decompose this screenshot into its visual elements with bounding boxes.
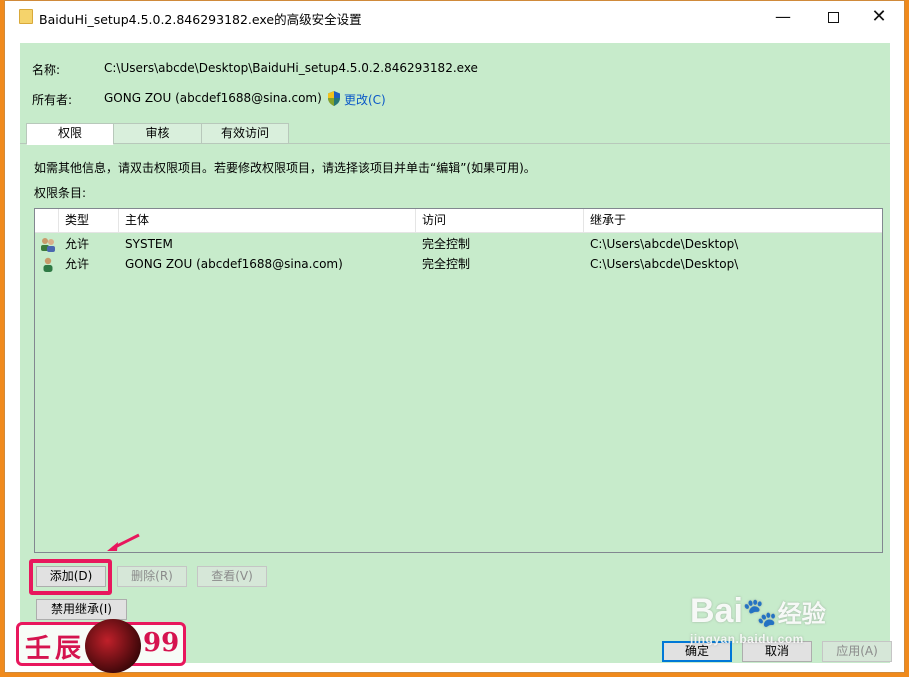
maximize-icon	[827, 12, 839, 23]
watermark-number: 99	[143, 628, 180, 658]
close-button[interactable]: ✕	[856, 3, 902, 31]
col-icon-header	[35, 209, 59, 233]
baidu-url: jingyan.baidu.com	[690, 632, 804, 646]
tab-permissions[interactable]: 权限	[26, 123, 114, 145]
dialog-content: 名称: C:\Users\abcde\Desktop\BaiduHi_setup…	[20, 43, 892, 663]
permission-entries-label: 权限条目:	[34, 186, 87, 200]
col-access-header[interactable]: 访问	[416, 209, 584, 233]
group-users-icon	[41, 238, 55, 252]
change-owner-link[interactable]: 更改(C)	[344, 91, 386, 108]
name-label: 名称:	[32, 63, 61, 77]
view-button[interactable]: 查看(V)	[197, 566, 267, 587]
name-value: C:\Users\abcde\Desktop\BaiduHi_setup4.5.…	[104, 61, 478, 75]
col-principal-header[interactable]: 主体	[119, 209, 416, 233]
col-inherited-header[interactable]: 继承于	[584, 209, 884, 233]
row-type: 允许	[65, 257, 90, 271]
permission-entries-list[interactable]: 类型 主体 访问 继承于 允许 SYSTEM 完全控制 C:\Users\abc…	[34, 208, 883, 553]
row-inherited: C:\Users\abcde\Desktop\	[590, 257, 739, 271]
add-button[interactable]: 添加(D)	[36, 566, 106, 587]
baidu-jingyan-watermark: Bai🐾经验 jingyan.baidu.com	[690, 592, 826, 646]
row-principal: GONG ZOU (abcdef1688@sina.com)	[125, 257, 343, 271]
dragon-emblem-icon	[85, 619, 141, 673]
disable-inheritance-button[interactable]: 禁用继承(I)	[36, 599, 127, 620]
tab-effective-access[interactable]: 有效访问	[201, 123, 289, 144]
row-principal: SYSTEM	[125, 237, 173, 251]
folder-icon	[19, 9, 33, 24]
user-icon	[43, 257, 53, 272]
window-title: BaiduHi_setup4.5.0.2.846293182.exe的高级安全设…	[39, 12, 362, 27]
remove-button[interactable]: 删除(R)	[117, 566, 187, 587]
title-bar[interactable]: BaiduHi_setup4.5.0.2.846293182.exe的高级安全设…	[5, 1, 904, 33]
baidu-logo-text: Bai	[690, 592, 743, 630]
row-type: 允许	[65, 237, 90, 251]
baidu-logo-end: 经验	[777, 601, 826, 628]
author-watermark: 壬 辰 99	[16, 619, 186, 673]
instructions-text: 如需其他信息，请双击权限项目。若要修改权限项目，请选择该项目并单击“编辑”(如果…	[34, 161, 536, 175]
watermark-char2: 辰	[55, 634, 82, 664]
row-access: 完全控制	[422, 257, 471, 271]
owner-value: GONG ZOU (abcdef1688@sina.com)	[104, 91, 322, 105]
col-type-header[interactable]: 类型	[59, 209, 119, 233]
minimize-button[interactable]: —	[760, 3, 806, 31]
owner-label: 所有者:	[32, 93, 73, 107]
row-inherited: C:\Users\abcde\Desktop\	[590, 237, 739, 251]
tab-divider	[20, 143, 890, 144]
list-header: 类型 主体 访问 继承于	[35, 209, 882, 233]
maximize-button[interactable]	[810, 3, 856, 31]
security-settings-window: BaiduHi_setup4.5.0.2.846293182.exe的高级安全设…	[4, 0, 905, 673]
row-access: 完全控制	[422, 237, 471, 251]
table-row[interactable]: 允许 GONG ZOU (abcdef1688@sina.com) 完全控制 C…	[35, 254, 882, 274]
table-row[interactable]: 允许 SYSTEM 完全控制 C:\Users\abcde\Desktop\	[35, 234, 882, 254]
tab-auditing[interactable]: 审核	[113, 123, 202, 144]
watermark-char1: 壬	[25, 634, 52, 664]
shield-icon	[328, 91, 340, 106]
pointer-arrow-icon	[107, 533, 140, 551]
